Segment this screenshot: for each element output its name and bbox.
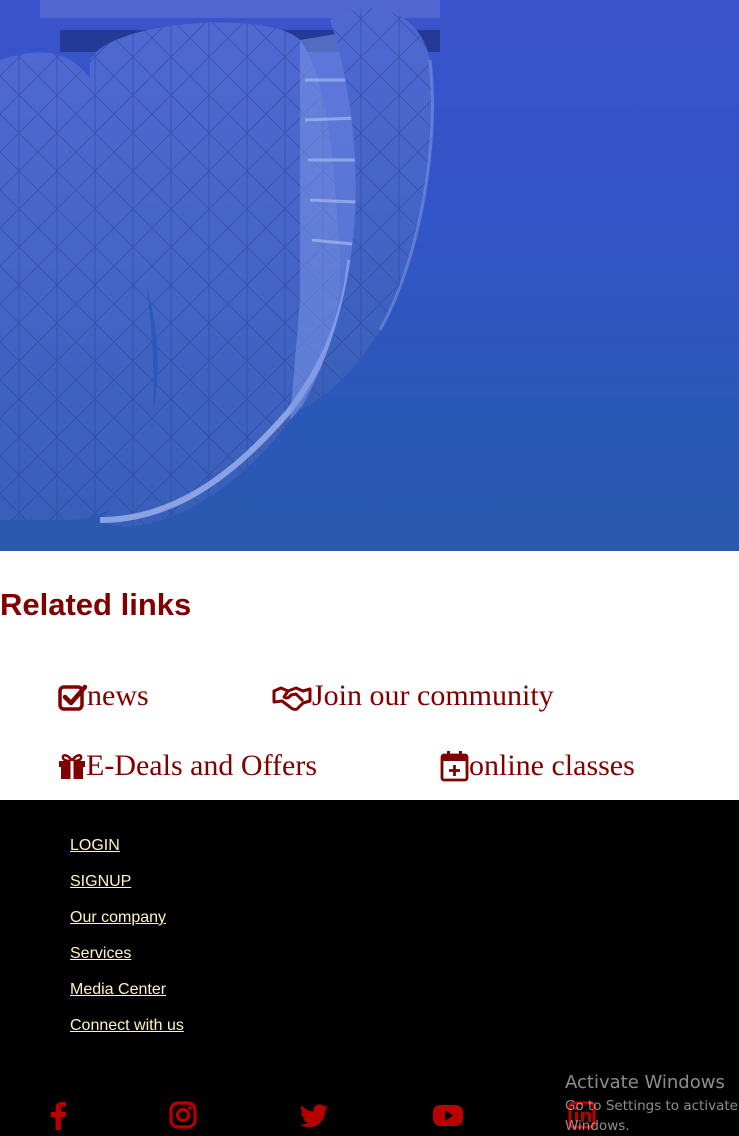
related-link-label: online classes (469, 749, 635, 782)
footer-link-our-company[interactable]: Our company (70, 908, 166, 928)
watermark-title: Activate Windows (565, 1072, 725, 1093)
hero-image (0, 0, 739, 551)
related-link-classes[interactable]: online classes (440, 748, 635, 784)
youtube-icon[interactable] (432, 1100, 464, 1130)
twitter-icon[interactable] (300, 1100, 330, 1130)
instagram-icon[interactable] (168, 1100, 198, 1130)
activate-windows-watermark: Activate Windows Go to Settings to activ… (565, 1072, 739, 1136)
footer-link-connect[interactable]: Connect with us (70, 1016, 184, 1036)
related-link-community[interactable]: Join our community (272, 678, 554, 714)
related-links-title: Related links (0, 587, 192, 622)
related-link-news[interactable]: news (58, 678, 149, 714)
footer-link-media-center[interactable]: Media Center (70, 980, 166, 1000)
related-link-label: Join our community (312, 679, 554, 712)
gift-icon (59, 753, 85, 779)
facebook-icon[interactable] (48, 1100, 68, 1130)
check-square-icon (58, 684, 87, 711)
handshake-icon (272, 686, 312, 711)
footer-link-services[interactable]: Services (70, 944, 131, 964)
related-link-label: E-Deals and Offers (86, 749, 318, 782)
calendar-plus-icon (440, 751, 469, 782)
watermark-subtitle: Go to Settings to activate Windows. (565, 1098, 738, 1134)
footer-link-login[interactable]: LOGIN (70, 836, 120, 856)
footer-link-signup[interactable]: SIGNUP (70, 872, 131, 892)
architecture-roof-shells-image (0, 0, 739, 551)
related-link-label: news (87, 679, 149, 712)
related-link-deals[interactable]: E-Deals and Offers (58, 748, 317, 784)
